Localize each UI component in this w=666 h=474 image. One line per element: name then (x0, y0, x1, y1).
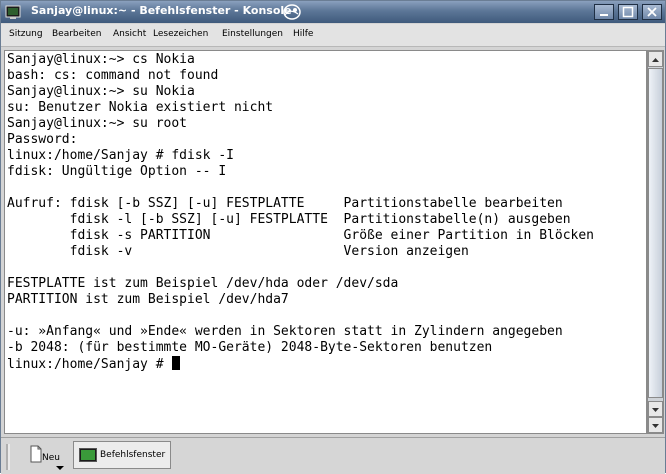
terminal-line: fdisk: Ungültige Option -- I (7, 164, 227, 179)
konsole-window: Sanjay@linux:~ - Befehlsfenster - Konsol… (0, 0, 666, 474)
terminal-line: linux:/home/Sanjay # fdisk -I (7, 148, 234, 163)
terminal-line: fdisk -l [-b SSZ] [-u] FESTPLATTE Partit… (7, 212, 571, 227)
terminal-line: fdisk -v Version anzeigen (7, 244, 469, 259)
vertical-scrollbar[interactable] (647, 50, 664, 434)
menu-sitzung[interactable]: Sitzung (9, 29, 43, 39)
session-tab-befehlsfenster[interactable]: Befehlsfenster (73, 441, 171, 469)
terminal-prompt: linux:/home/Sanjay # (7, 357, 172, 372)
arrow-down-icon (652, 408, 659, 412)
menu-einstellungen[interactable]: Einstellungen (222, 29, 283, 39)
suse-chameleon-icon (282, 3, 302, 21)
minimize-icon (600, 14, 608, 16)
terminal-prompt-line[interactable]: linux:/home/Sanjay # (7, 356, 181, 372)
terminal-line: Sanjay@linux:~> su root (7, 116, 188, 131)
arrow-down-icon (652, 424, 659, 428)
new-session-button[interactable]: Neu (29, 440, 67, 472)
close-button[interactable] (642, 4, 662, 20)
terminal-line: -u: »Anfang« und »Ende« werden in Sektor… (7, 324, 563, 339)
terminal-line: Aufruf: fdisk [-b SSZ] [-u] FESTPLATTE P… (7, 196, 563, 211)
window-title: Sanjay@linux:~ - Befehlsfenster - Konsol… (31, 4, 292, 17)
menu-hilfe[interactable]: Hilfe (293, 29, 313, 39)
terminal-line: FESTPLATTE ist zum Beispiel /dev/hda ode… (7, 276, 399, 291)
grip-handle-icon (6, 444, 10, 470)
menu-lesezeichen[interactable]: Lesezeichen (153, 29, 208, 39)
title-bar[interactable]: Sanjay@linux:~ - Befehlsfenster - Konsol… (1, 1, 665, 23)
terminal-line: Password: (7, 132, 78, 147)
terminal-line: -b 2048: (für bestimmte MO-Geräte) 2048-… (7, 340, 493, 355)
terminal-line: Sanjay@linux:~> cs Nokia (7, 52, 195, 67)
scroll-up-button[interactable] (648, 51, 663, 67)
session-tab-label: Befehlsfenster (100, 450, 166, 460)
maximize-button[interactable] (618, 4, 638, 20)
terminal-line: bash: cs: command not found (7, 68, 219, 83)
maximize-icon (622, 6, 634, 18)
menu-bearbeiten[interactable]: Bearbeiten (52, 29, 101, 39)
close-icon (647, 7, 657, 17)
scroll-thumb[interactable] (648, 68, 663, 398)
terminal-icon (79, 448, 97, 462)
konsole-icon[interactable] (5, 4, 21, 20)
terminal-line: Sanjay@linux:~> su Nokia (7, 84, 195, 99)
session-tab-bar: Neu Befehlsfenster (1, 437, 665, 474)
text-cursor (172, 356, 181, 370)
terminal-output[interactable]: Sanjay@linux:~> cs Nokia bash: cs: comma… (4, 50, 647, 434)
terminal-line: fdisk -s PARTITION Größe einer Partition… (7, 228, 594, 243)
scroll-down-button[interactable] (648, 401, 663, 417)
arrow-up-icon (652, 58, 659, 62)
menu-bar: Sitzung Bearbeiten Ansicht Lesezeichen E… (1, 24, 665, 47)
minimize-button[interactable] (594, 4, 614, 20)
terminal-line: su: Benutzer Nokia existiert nicht (7, 100, 274, 115)
scroll-down-button-secondary[interactable] (648, 417, 663, 433)
terminal-line: PARTITION ist zum Beispiel /dev/hda7 (7, 292, 289, 307)
menu-ansicht[interactable]: Ansicht (113, 29, 146, 39)
new-session-label: Neu (42, 453, 60, 463)
